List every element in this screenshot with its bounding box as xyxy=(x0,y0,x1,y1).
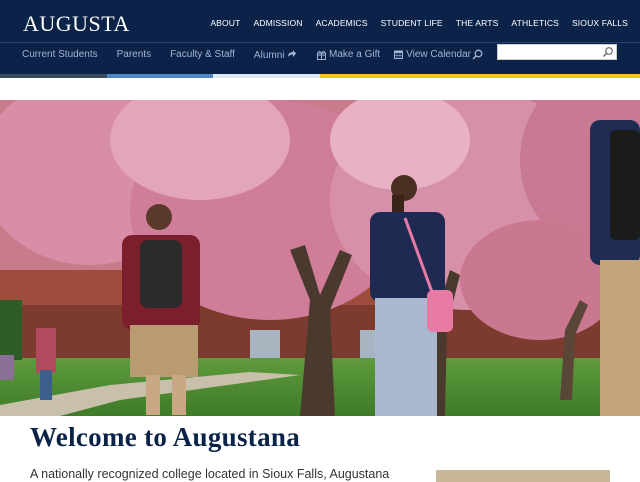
nav-academics[interactable]: ACADEMICS xyxy=(316,18,368,28)
search-box xyxy=(497,44,617,62)
search-input[interactable] xyxy=(498,48,606,62)
view-calendar-link[interactable]: View Calendar xyxy=(394,49,471,60)
view-calendar-label: View Calendar xyxy=(406,49,471,60)
nav-sioux-falls[interactable]: SIOUX FALLS xyxy=(572,18,628,28)
stripe-white xyxy=(213,74,320,78)
util-current-students[interactable]: Current Students xyxy=(22,49,98,61)
util-alumni-label: Alumni xyxy=(253,50,285,61)
feature-thumbnail[interactable] xyxy=(436,470,610,482)
main-nav: ABOUT ADMISSION ACADEMICS STUDENT LIFE T… xyxy=(210,18,628,28)
site-header: AUGUSTA ABOUT ADMISSION ACADEMICS STUDEN… xyxy=(0,0,640,74)
page-title: Welcome to Augustana xyxy=(30,422,301,452)
util-faculty-staff[interactable]: Faculty & Staff xyxy=(170,49,235,61)
stripe-gray xyxy=(0,74,107,78)
augusta-logo[interactable]: AUGUSTA xyxy=(23,11,130,37)
search-icon[interactable] xyxy=(472,49,483,60)
intro-text: A nationally recognized college located … xyxy=(30,467,390,481)
nav-admission[interactable]: ADMISSION xyxy=(253,18,302,28)
util-alumni[interactable]: Alumni xyxy=(254,49,297,61)
make-gift-label: Make a Gift xyxy=(329,49,381,60)
hero-photo xyxy=(0,100,640,416)
nav-about[interactable]: ABOUT xyxy=(210,18,240,28)
nav-student-life[interactable]: STUDENT LIFE xyxy=(381,18,443,28)
utility-actions: Make a Gift View Calendar xyxy=(317,49,471,60)
nav-athletics[interactable]: ATHLETICS xyxy=(511,18,559,28)
header-divider xyxy=(0,42,640,43)
stripe-gold xyxy=(320,74,640,78)
gift-icon xyxy=(317,50,326,60)
hero-image xyxy=(0,100,640,416)
make-gift-link[interactable]: Make a Gift xyxy=(317,49,380,60)
stripe-blue xyxy=(107,74,213,78)
search-submit-icon[interactable] xyxy=(602,46,614,58)
util-parents[interactable]: Parents xyxy=(117,49,151,61)
nav-the-arts[interactable]: THE ARTS xyxy=(456,18,499,28)
utility-nav: Current Students Parents Faculty & Staff… xyxy=(22,49,297,61)
alumni-arrow-icon xyxy=(287,50,296,57)
calendar-icon xyxy=(394,50,404,59)
